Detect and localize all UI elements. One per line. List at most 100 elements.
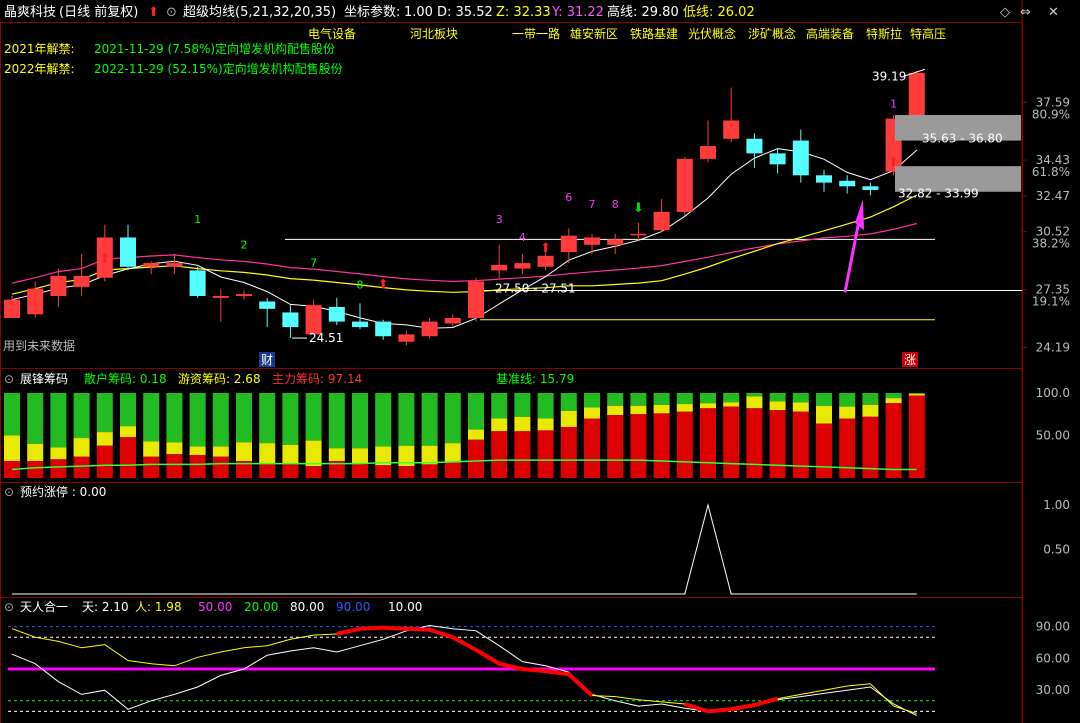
- zone-label: 35.63 - 36.80: [922, 132, 1003, 146]
- retail-chip-bar: [537, 393, 554, 419]
- count-marker: 7: [589, 198, 596, 211]
- candle-body: [27, 288, 44, 315]
- low-line-value: 低线: 26.02: [683, 5, 755, 20]
- ma-mid-line: [11, 194, 918, 295]
- hot-chip-value: 游资筹码: 2.68: [178, 372, 261, 386]
- hot-chip-bar: [769, 401, 786, 410]
- tianren-title: 天人合一: [20, 599, 68, 614]
- hot-chip-bar: [166, 442, 183, 455]
- candle-body: [746, 138, 763, 154]
- main-chip-bar: [792, 411, 809, 478]
- retail-chip-bar: [375, 393, 392, 447]
- candle-body: [491, 264, 508, 271]
- hot-chip-bar: [27, 444, 44, 461]
- retail-chip-bar: [328, 393, 345, 449]
- candle-body: [328, 306, 345, 322]
- retail-chip-bar: [491, 393, 508, 419]
- zhang-label: 涨: [904, 352, 916, 367]
- hot-chip-bar: [908, 393, 925, 396]
- retail-chip-bar: [166, 393, 183, 443]
- zone-label: 27.50 - 27.51: [495, 282, 576, 296]
- retail-chip-bar: [352, 393, 368, 449]
- retail-chip-bar: [885, 393, 902, 399]
- candle-body: [607, 239, 624, 245]
- main-chip-bar: [560, 427, 577, 478]
- retail-chip-bar: [259, 393, 276, 444]
- up-arrow-icon: ⬆: [540, 241, 551, 256]
- hot-chip-bar: [700, 403, 716, 409]
- main-chip-bar: [352, 463, 368, 478]
- retail-chip-bar: [769, 393, 786, 402]
- retail-chip-bar: [468, 393, 484, 430]
- candle-body: [50, 275, 67, 296]
- retail-chip-bar: [444, 393, 461, 444]
- unlock-text: 2022-11-29 (52.15%)定向增发机构配售股份: [94, 61, 343, 76]
- main-chip-bar: [816, 423, 832, 478]
- hot-chip-bar: [120, 426, 136, 438]
- cai-label: 财: [261, 353, 273, 367]
- price-tick-label: 24.19: [1036, 340, 1070, 354]
- hot-chip-bar: [862, 404, 879, 417]
- hot-chip-bar: [839, 406, 856, 419]
- hot-chip-bar: [4, 435, 20, 461]
- tianren-param: 80.00: [290, 600, 324, 614]
- retail-chip-bar: [607, 393, 624, 406]
- retail-chip-bar: [282, 393, 299, 445]
- hot-chip-bar: [212, 446, 229, 457]
- count-marker: 1: [890, 98, 897, 111]
- hot-chip-bar: [468, 429, 484, 440]
- pct-tick-label: 61.8%: [1032, 165, 1070, 179]
- candle-body: [537, 255, 554, 267]
- concept-tag: 特高压: [910, 26, 946, 41]
- hot-chip-bar: [96, 432, 113, 446]
- hot-chip-bar: [514, 416, 531, 432]
- hot-chip-bar: [143, 441, 160, 457]
- main-chip-bar: [143, 456, 160, 478]
- coord-label: 坐标参数:: [344, 4, 400, 20]
- main-chip-bar: [305, 466, 322, 478]
- retail-chip-bar: [27, 393, 44, 444]
- base-line-value: 基准线: 15.79: [496, 372, 574, 386]
- main-chip-bar: [885, 403, 902, 478]
- period-label: (日线 前复权): [59, 4, 138, 20]
- up-arrow-icon: ⬆: [99, 252, 110, 267]
- tianren-tick-label: 90.00: [1036, 620, 1070, 634]
- y-value: Y: 31.22: [551, 5, 604, 20]
- hot-chip-bar: [816, 405, 832, 424]
- candle-body: [584, 237, 600, 245]
- candle-body: [769, 153, 786, 165]
- up-arrow-icon: ⬆: [148, 5, 159, 20]
- ma-long-line: [11, 222, 917, 284]
- main-chip-bar: [73, 456, 90, 478]
- hot-chip-bar: [259, 443, 276, 464]
- diamond-icon: ◇: [1000, 5, 1010, 20]
- main-chip-bar: [514, 431, 531, 478]
- retail-chip-bar: [189, 393, 206, 447]
- max-price-label: 39.19: [872, 70, 906, 84]
- candle-body: [653, 211, 670, 231]
- coord-value: 1.00: [404, 5, 433, 20]
- concept-tag: 雄安新区: [570, 26, 618, 41]
- hot-chip-bar: [630, 405, 647, 415]
- candle-body: [4, 299, 20, 318]
- hot-chip-bar: [653, 404, 670, 414]
- tianren-param: 天: 2.10: [82, 600, 129, 614]
- retail-chip-bar: [862, 393, 879, 405]
- count-marker: 6: [565, 191, 572, 204]
- retail-chip-bar: [723, 393, 740, 403]
- chip-title: 展锋筹码: [20, 372, 68, 386]
- count-marker: 2: [241, 238, 248, 251]
- down-arrow-icon: ⬇: [633, 201, 644, 216]
- chip-tick-label: 100.0: [1036, 386, 1070, 400]
- main-chip-bar: [421, 464, 438, 478]
- main-chip-bar: [166, 454, 183, 478]
- candle-body: [560, 235, 577, 253]
- main-chip-bar: [676, 411, 693, 478]
- candle-body: [282, 312, 299, 328]
- main-chip-bar: [908, 395, 925, 478]
- retail-chip-bar: [236, 393, 252, 443]
- hot-chip-bar: [607, 405, 624, 416]
- retail-chip-bar: [120, 393, 136, 427]
- candle-body: [143, 263, 160, 267]
- pink-arrow-icon: [843, 215, 862, 293]
